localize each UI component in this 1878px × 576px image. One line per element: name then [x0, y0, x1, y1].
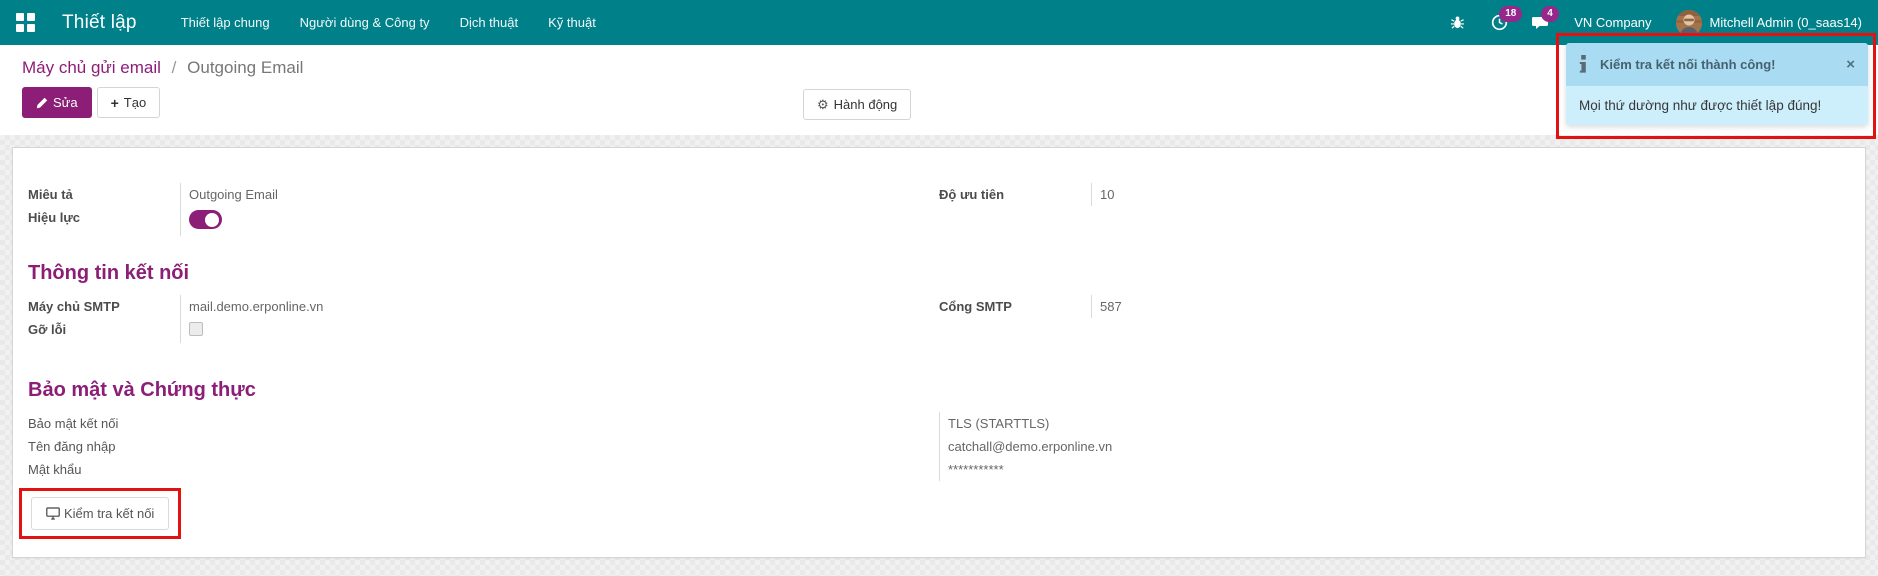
systray: 18 4 VN Company Mitchell Admin (0_saas14… [1448, 10, 1862, 36]
action-menu-button[interactable]: ⚙ Hành động [803, 89, 911, 120]
group-smtp-host: Máy chủ SMTP mail.demo.erponline.vn Gỡ l… [28, 295, 939, 343]
bug-icon[interactable] [1448, 14, 1466, 32]
group-smtp-port: Cổng SMTP 587 [939, 295, 1850, 343]
password-value: *********** [939, 458, 1850, 481]
edit-button-label: Sửa [53, 95, 78, 110]
create-button[interactable]: + Tạo [97, 87, 161, 118]
notification-message: Mọi thứ dường như được thiết lập đúng! [1566, 86, 1868, 125]
section-connection-info: Thông tin kết nối [28, 262, 1850, 285]
action-button-label: Hành động [834, 97, 898, 112]
smtp-host-value: mail.demo.erponline.vn [180, 295, 939, 318]
group-priority: Độ ưu tiên 10 [939, 183, 1850, 236]
debug-checkbox[interactable] [189, 322, 203, 336]
content-area: Miêu tả Outgoing Email Hiệu lực Độ ưu ti… [0, 135, 1878, 576]
messages-chat-icon[interactable]: 4 [1532, 14, 1550, 32]
notification-header: Kiểm tra kết nối thành công! × [1566, 43, 1868, 86]
avatar [1676, 10, 1702, 36]
group-description: Miêu tả Outgoing Email Hiệu lực [28, 183, 939, 236]
menu-translations[interactable]: Dịch thuật [460, 11, 519, 34]
message-count-badge: 4 [1541, 6, 1559, 22]
debug-value-cell [180, 318, 939, 343]
username-value: catchall@demo.erponline.vn [939, 435, 1850, 458]
form-sheet: Miêu tả Outgoing Email Hiệu lực Độ ưu ti… [12, 147, 1866, 558]
test-connection-label: Kiểm tra kết nối [64, 506, 154, 521]
apps-grid-icon[interactable] [16, 13, 36, 33]
description-label: Miêu tả [28, 183, 180, 206]
close-icon[interactable]: × [1846, 57, 1855, 72]
smtp-port-value: 587 [1091, 295, 1850, 318]
annotation-box-toast: Kiểm tra kết nối thành công! × Mọi thứ d… [1556, 33, 1876, 139]
user-name: Mitchell Admin (0_saas14) [1710, 15, 1862, 30]
company-switcher[interactable]: VN Company [1574, 15, 1651, 30]
create-button-label: Tạo [124, 95, 146, 110]
annotation-box-test-button: Kiểm tra kết nối [19, 488, 181, 539]
group-security: Bảo mật kết nối TLS (STARTTLS) Tên đăng … [28, 412, 1850, 481]
username-label: Tên đăng nhập [28, 435, 939, 458]
notification-title: Kiểm tra kết nối thành công! [1600, 57, 1776, 72]
section-security-auth: Bảo mật và Chứng thực [28, 379, 1850, 402]
menu-technical[interactable]: Kỹ thuật [548, 11, 596, 34]
description-value: Outgoing Email [180, 183, 939, 206]
edit-button[interactable]: Sửa [22, 87, 92, 118]
app-title: Thiết lập [62, 12, 137, 34]
breadcrumb-parent-link[interactable]: Máy chủ gửi email [22, 58, 161, 77]
active-value-cell [180, 206, 939, 236]
menu-general-settings[interactable]: Thiết lập chung [181, 11, 270, 34]
test-connection-button[interactable]: Kiểm tra kết nối [31, 497, 169, 530]
gear-icon: ⚙ [817, 98, 829, 111]
debug-label: Gỡ lỗi [28, 318, 180, 343]
breadcrumb-current: Outgoing Email [187, 58, 303, 77]
user-menu[interactable]: Mitchell Admin (0_saas14) [1676, 10, 1862, 36]
connection-security-value: TLS (STARTTLS) [939, 412, 1850, 435]
smtp-port-label: Cổng SMTP [939, 295, 1091, 318]
menu-users-companies[interactable]: Người dùng & Công ty [300, 11, 430, 34]
plus-icon: + [111, 96, 119, 110]
smtp-host-label: Máy chủ SMTP [28, 295, 180, 318]
info-icon [1579, 55, 1588, 75]
connection-security-label: Bảo mật kết nối [28, 412, 939, 435]
top-menu: Thiết lập chung Người dùng & Công ty Dịc… [181, 11, 596, 34]
priority-label: Độ ưu tiên [939, 183, 1091, 206]
active-label: Hiệu lực [28, 206, 180, 236]
active-toggle[interactable] [189, 210, 222, 229]
activities-clock-icon[interactable]: 18 [1490, 14, 1508, 32]
notification-toast: Kiểm tra kết nối thành công! × Mọi thứ d… [1566, 43, 1868, 125]
activity-count-badge: 18 [1499, 6, 1522, 22]
breadcrumb-separator: / [172, 58, 177, 77]
pencil-icon [36, 97, 48, 109]
monitor-icon [46, 507, 60, 520]
password-label: Mật khẩu [28, 458, 939, 481]
priority-value: 10 [1091, 183, 1850, 206]
